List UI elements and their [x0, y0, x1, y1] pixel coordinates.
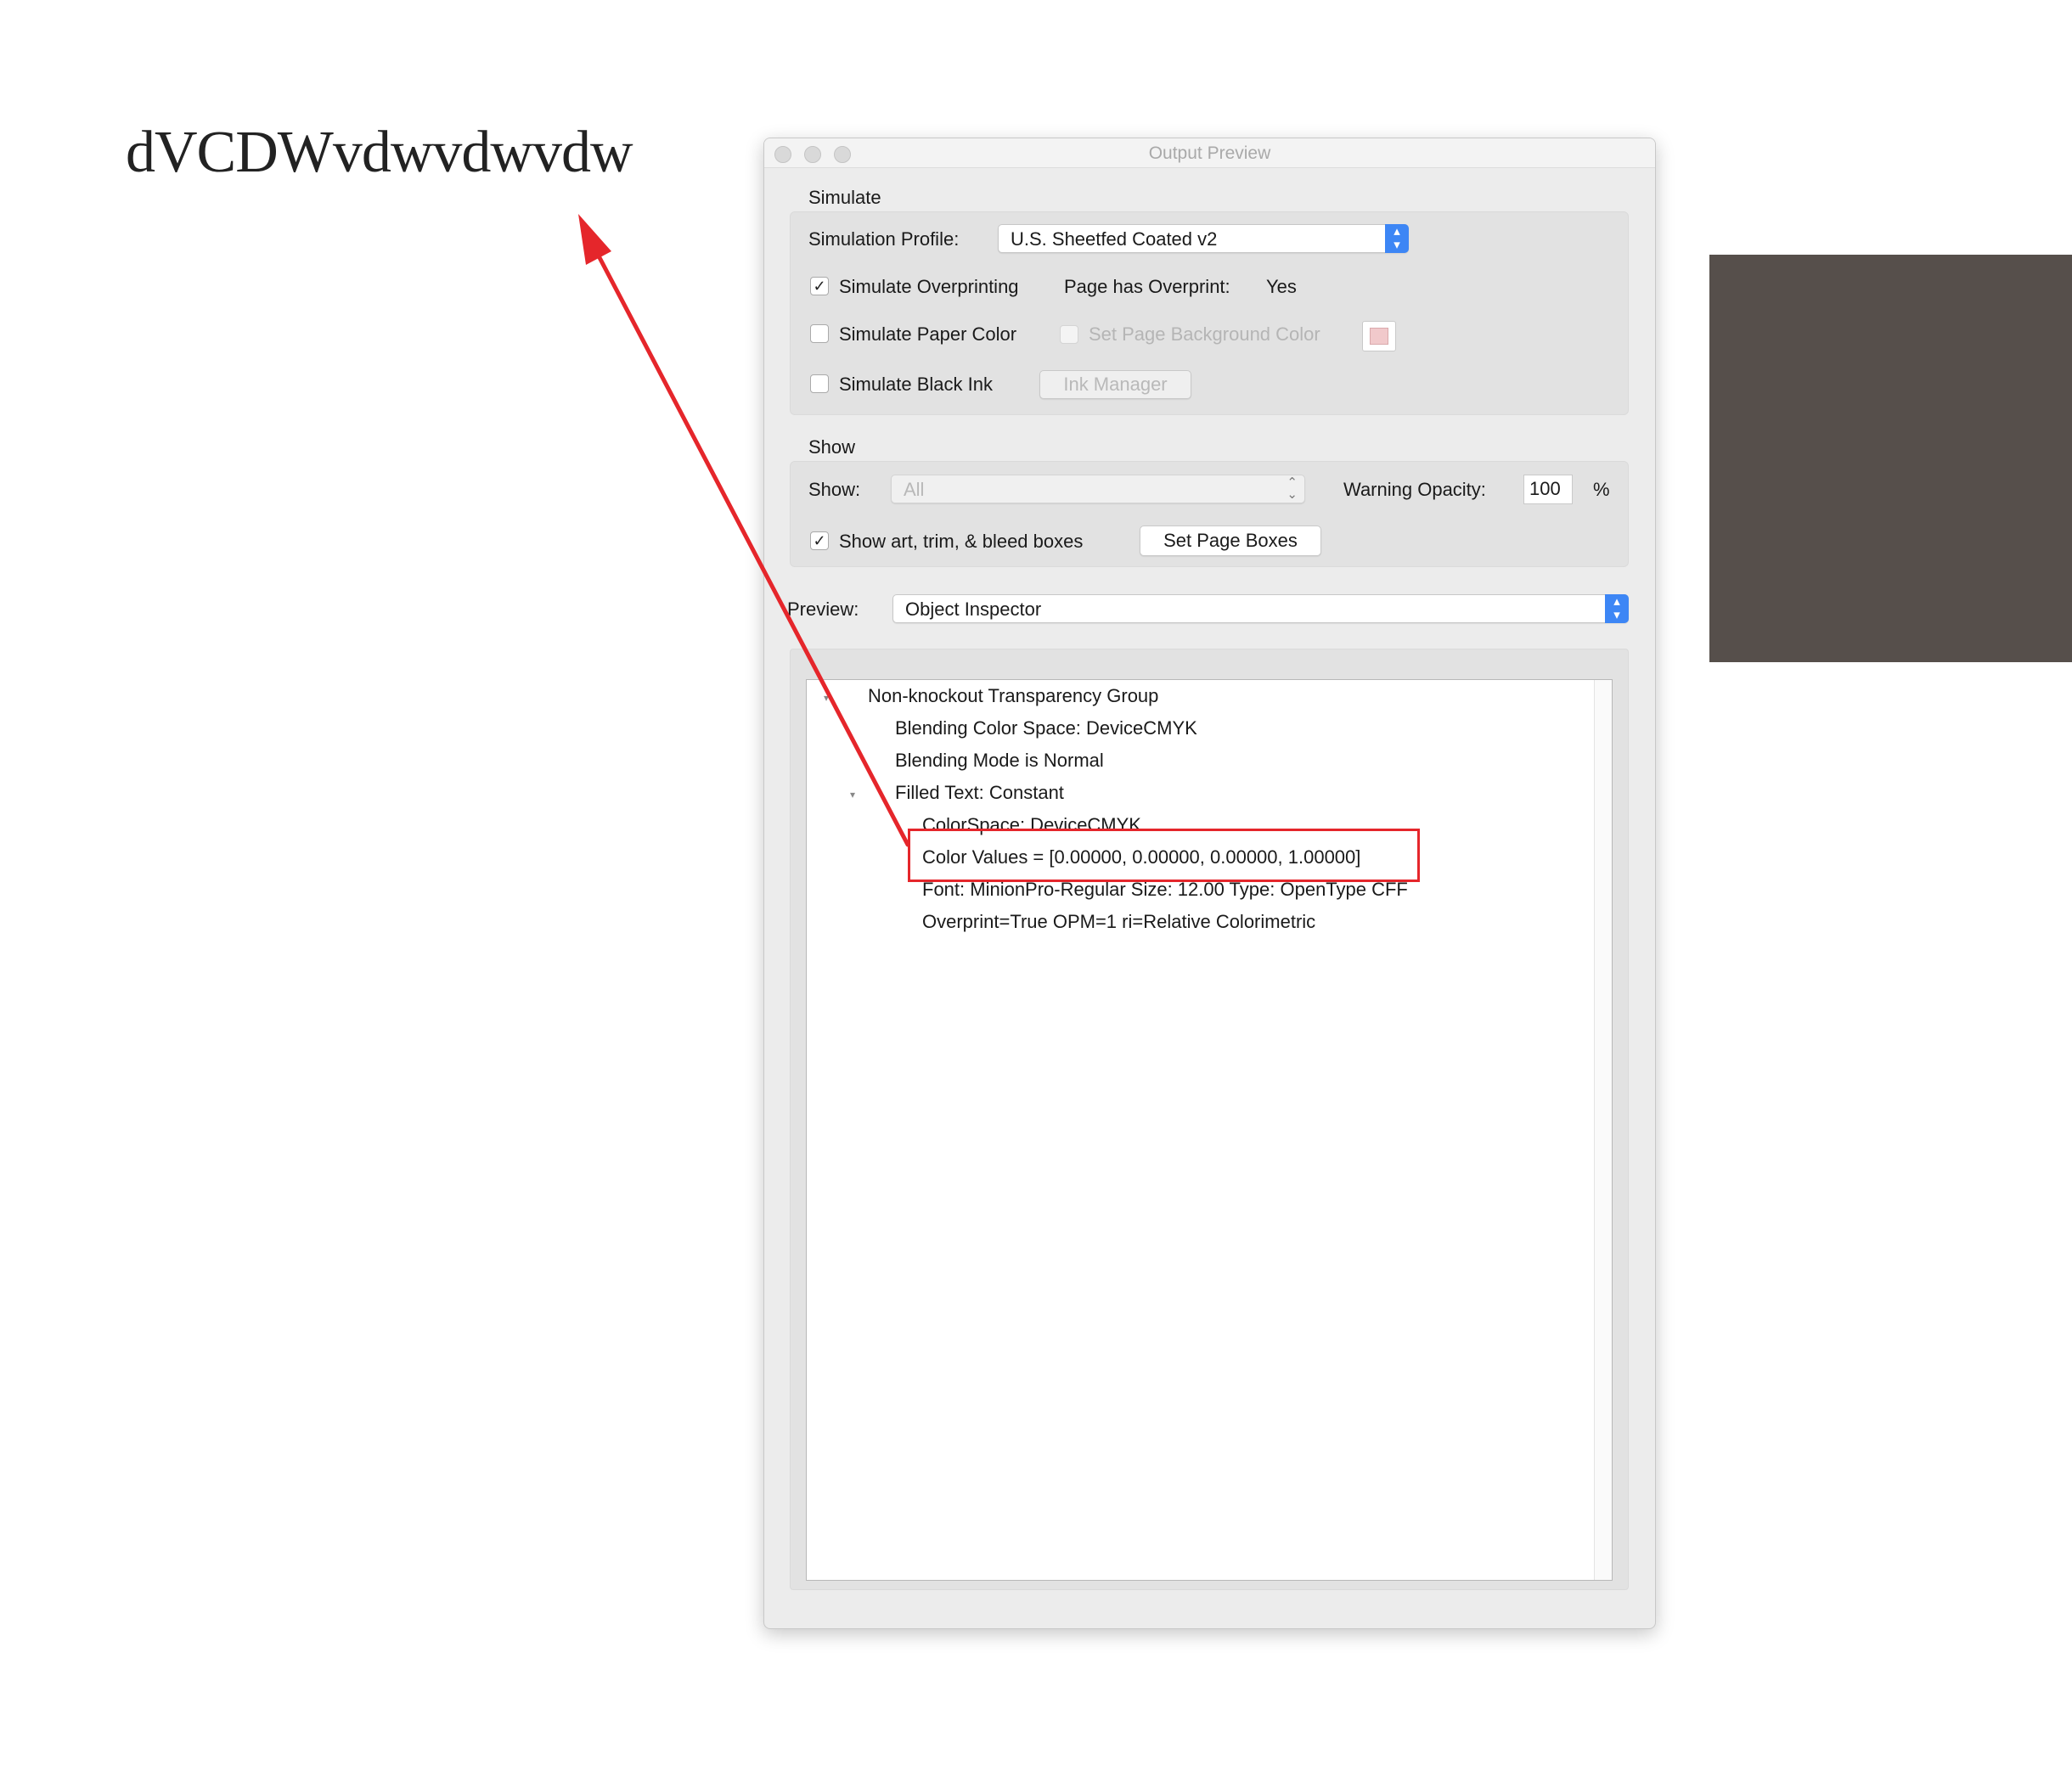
annotation-arrow-icon — [578, 214, 910, 847]
